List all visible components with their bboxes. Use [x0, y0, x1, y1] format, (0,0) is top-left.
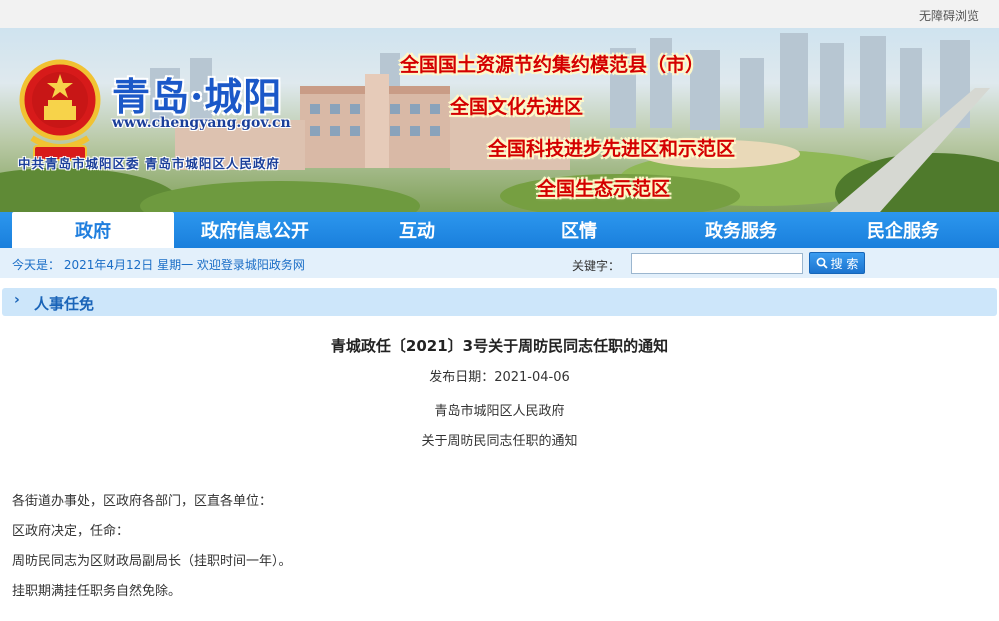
article-title: 青城政任〔2021〕3号关于周昉民同志任职的通知	[330, 337, 669, 355]
article-subtitle: 关于周昉民同志任职的通知	[421, 434, 578, 449]
article-paragraph: 区政府决定，任命：	[12, 524, 130, 539]
section-title[interactable]: 人事任免	[34, 293, 94, 314]
honor-title-2: 全国文化先进区	[450, 96, 584, 118]
accessibility-mode-link[interactable]: 无障碍浏览	[919, 7, 979, 24]
section-header: › 人事任免	[2, 288, 997, 316]
site-banner: 青岛·城阳 www.chengyang.gov.cn 中共青岛市城阳区委 青岛市…	[0, 28, 999, 212]
publish-date: 发布日期：2021-04-06	[0, 366, 999, 385]
article-paragraph: 各街道办事处，区政府各部门，区直各单位：	[12, 494, 273, 509]
honor-title-4: 全国生态示范区	[537, 178, 671, 200]
main-navigation: 政府 政府信息公开 互动 区情 政务服务 民企服务	[0, 212, 999, 248]
article-paragraph: 挂职期满挂任职务自然免除。	[12, 584, 182, 599]
honor-title-1: 全国国土资源节约集约模范县（市）	[400, 54, 705, 76]
nav-item-district-info[interactable]: 区情	[498, 212, 660, 248]
search-icon	[816, 257, 828, 269]
top-utility-bar: 无障碍浏览	[0, 0, 999, 28]
today-welcome-text: 今天是： 2021年4月12日 星期一 欢迎登录城阳政务网	[12, 258, 305, 272]
site-name: 青岛·城阳	[112, 74, 283, 119]
article-issuer: 青岛市城阳区人民政府	[434, 404, 565, 419]
keyword-label: 关键字：	[572, 259, 621, 273]
nav-item-info-disclosure[interactable]: 政府信息公开	[174, 212, 336, 248]
nav-item-gov-services[interactable]: 政务服务	[660, 212, 822, 248]
publish-date-value: 2021-04-06	[494, 370, 570, 385]
nav-item-government[interactable]: 政府	[12, 212, 174, 248]
national-emblem-icon	[19, 59, 101, 161]
chevron-right-icon: ›	[14, 292, 20, 308]
article-paragraph: 周昉民同志为区财政局副局长（挂职时间一年）。	[12, 554, 292, 569]
search-button[interactable]: 搜 索	[809, 252, 865, 274]
search-button-label: 搜 索	[830, 256, 859, 271]
site-url: www.chengyang.gov.cn	[112, 115, 291, 131]
nav-item-enterprise-services[interactable]: 民企服务	[822, 212, 984, 248]
honor-title-3: 全国科技进步先进区和示范区	[488, 138, 736, 160]
site-organizations: 中共青岛市城阳区委 青岛市城阳区人民政府	[18, 156, 280, 171]
nav-item-interaction[interactable]: 互动	[336, 212, 498, 248]
publish-date-label: 发布日期：	[429, 370, 495, 385]
keyword-search-input[interactable]	[631, 253, 803, 274]
info-search-bar: 今天是： 2021年4月12日 星期一 欢迎登录城阳政务网 关键字： 搜 索	[0, 248, 999, 278]
